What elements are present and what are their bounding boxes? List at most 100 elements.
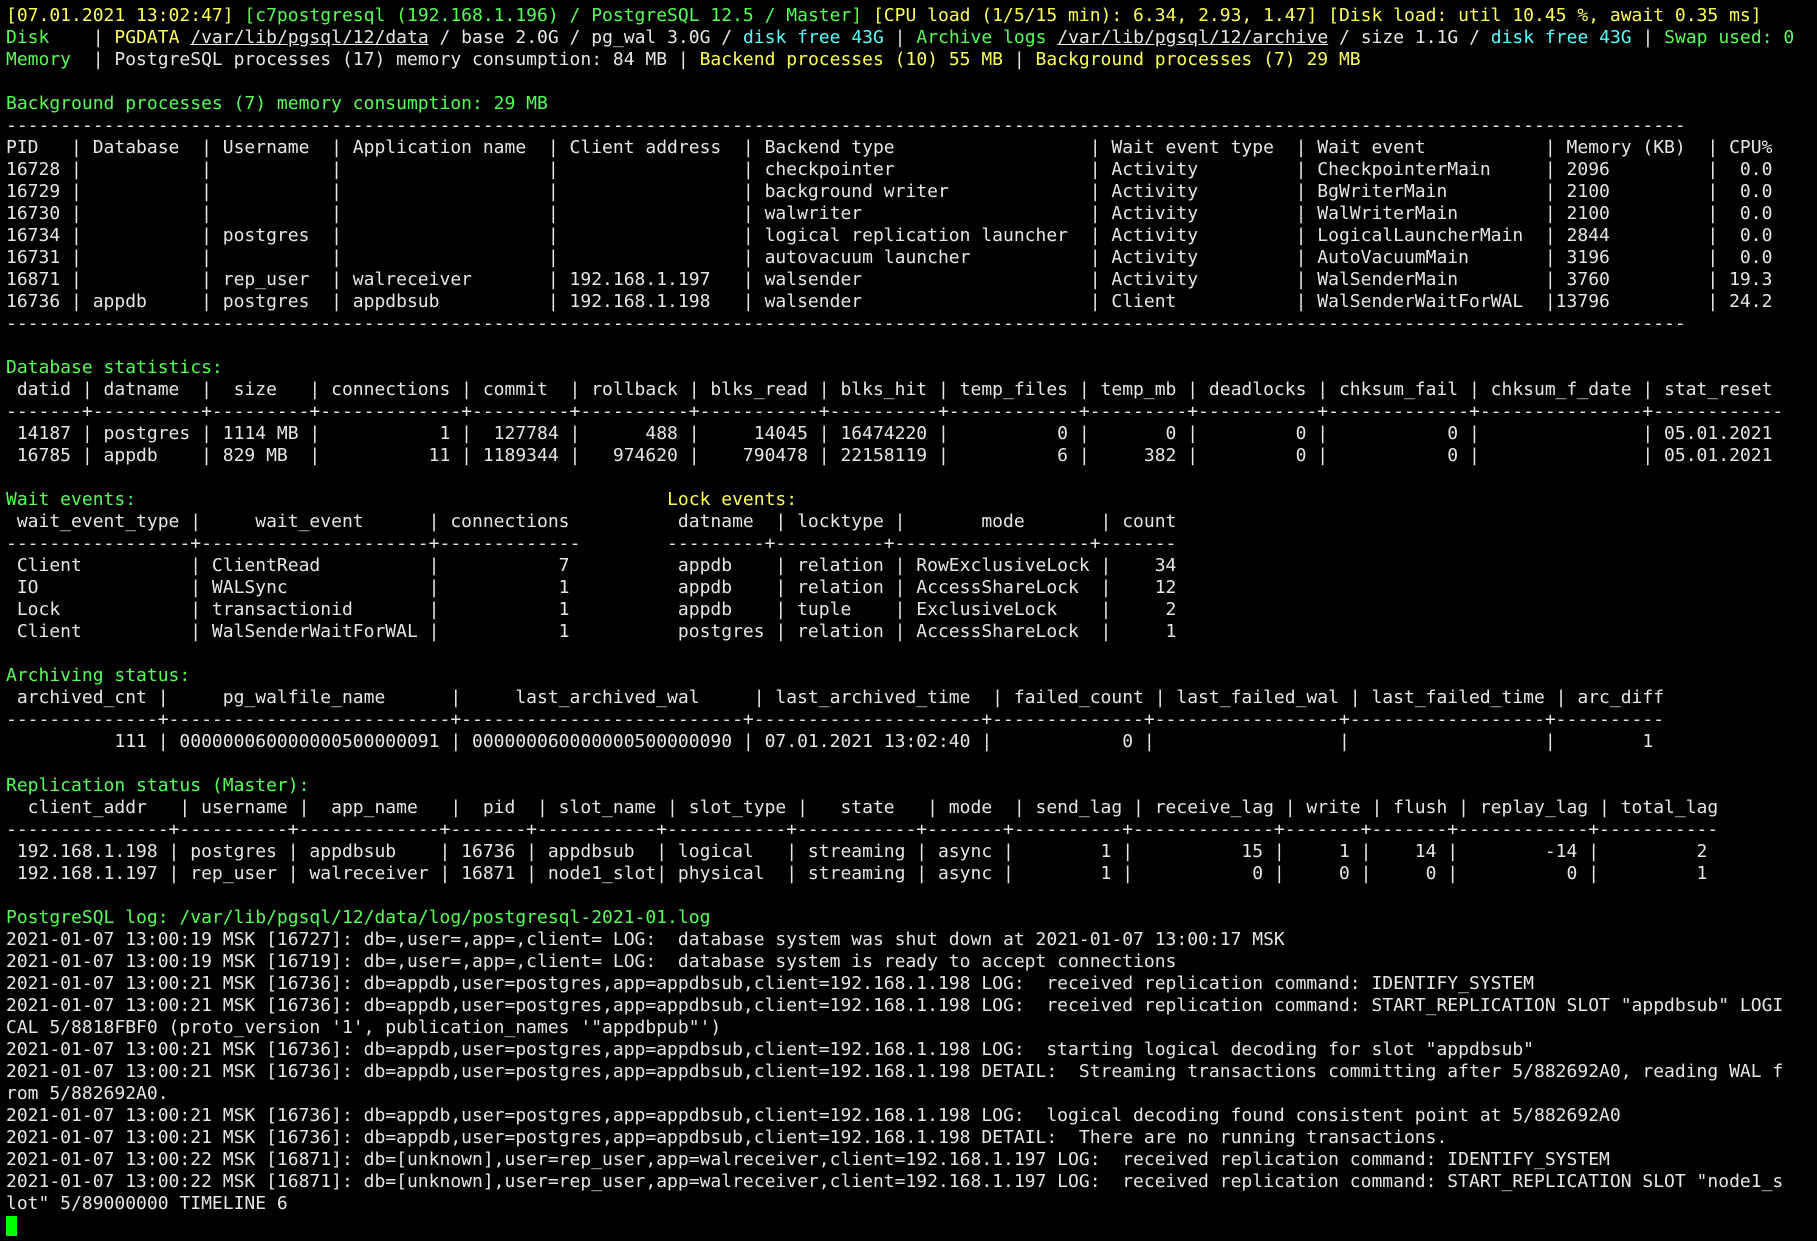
terminal-text: Lock | transactionid | 1 appdb | tuple |… (6, 599, 1177, 620)
terminal-text: Wait events: (6, 489, 137, 510)
terminal-line: Client | ClientRead | 7 appdb | relation… (6, 555, 1813, 577)
terminal-text: CAL 5/8818FBF0 (proto_version '1', publi… (6, 1017, 722, 1038)
terminal-line: Background processes (7) memory consumpt… (6, 93, 1813, 115)
terminal-line: PID | Database | Username | Application … (6, 137, 1813, 159)
terminal-text: | PostgreSQL processes (17) memory consu… (71, 49, 700, 70)
terminal-line: 2021-01-07 13:00:22 MSK [16871]: db=[unk… (6, 1171, 1813, 1193)
terminal-line: 2021-01-07 13:00:21 MSK [16736]: db=appd… (6, 995, 1813, 1017)
terminal-text: Database statistics: (6, 357, 223, 378)
terminal-line: 2021-01-07 13:00:19 MSK [16719]: db=,use… (6, 951, 1813, 973)
terminal-text: Disk (6, 27, 50, 48)
terminal-line: wait_event_type | wait_event | connectio… (6, 511, 1813, 533)
terminal-text: wait_event_type | wait_event | connectio… (6, 511, 1177, 532)
terminal-line: 2021-01-07 13:00:21 MSK [16736]: db=appd… (6, 1105, 1813, 1127)
terminal-line: 16730 | | | | | walwriter | Activity | W… (6, 203, 1813, 225)
terminal-window[interactable]: [07.01.2021 13:02:47] [c7postgresql (192… (6, 5, 1813, 1237)
terminal-text: ----------------------------------------… (6, 313, 1686, 334)
text-cursor (6, 1216, 17, 1236)
terminal-text: rom 5/882692A0. (6, 1083, 169, 1104)
terminal-text: Backend processes (10) 55 MB (699, 49, 1004, 70)
terminal-text: 16731 | | | | | autovacuum launcher | Ac… (6, 247, 1773, 268)
terminal-line: PostgreSQL log: /var/lib/pgsql/12/data/l… (6, 907, 1813, 929)
terminal-line: 2021-01-07 13:00:21 MSK [16736]: db=appd… (6, 1039, 1813, 1061)
terminal-line: 2021-01-07 13:00:22 MSK [16871]: db=[unk… (6, 1149, 1813, 1171)
terminal-text: 2021-01-07 13:00:21 MSK [16736]: db=appd… (6, 973, 1535, 994)
terminal-text: PostgreSQL log: /var/lib/pgsql/12/data/l… (6, 907, 711, 928)
terminal-line: 16731 | | | | | autovacuum launcher | Ac… (6, 247, 1813, 269)
terminal-line: Replication status (Master): (6, 775, 1813, 797)
terminal-text: lot" 5/89000000 TIMELINE 6 (6, 1193, 288, 1214)
terminal-text: ----------------------------------------… (6, 115, 1686, 136)
terminal-line: Database statistics: (6, 357, 1813, 379)
terminal-text: | (883, 27, 917, 48)
terminal-text: 111 | 000000060000000500000091 | 0000000… (6, 731, 1654, 752)
terminal-text: | (49, 27, 115, 48)
terminal-line: IO | WALSync | 1 appdb | relation | Acce… (6, 577, 1813, 599)
terminal-line: CAL 5/8818FBF0 (proto_version '1', publi… (6, 1017, 1813, 1039)
terminal-text: Archiving status: (6, 665, 191, 686)
terminal-text: 16871 | | rep_user | walreceiver | 192.1… (6, 269, 1773, 290)
terminal-text: Archive logs (916, 27, 1058, 48)
path-text: /var/lib/pgsql/12/data (190, 27, 429, 48)
terminal-line: --------------+-------------------------… (6, 709, 1813, 731)
terminal-text: 2021-01-07 13:00:19 MSK [16719]: db=,use… (6, 951, 1177, 972)
terminal-text: 16729 | | | | | background writer | Acti… (6, 181, 1773, 202)
terminal-text: PGDATA (114, 27, 191, 48)
terminal-line: ---------------+----------+-------------… (6, 819, 1813, 841)
terminal-text: 192.168.1.197 | rep_user | walreceiver |… (6, 863, 1708, 884)
terminal-line: 16728 | | | | | checkpointer | Activity … (6, 159, 1813, 181)
terminal-line: Client | WalSenderWaitForWAL | 1 postgre… (6, 621, 1813, 643)
terminal-line: Archiving status: (6, 665, 1813, 687)
terminal-text: Background processes (7) memory consumpt… (6, 93, 548, 114)
terminal-text: 16728 | | | | | checkpointer | Activity … (6, 159, 1773, 180)
terminal-text: datid | datname | size | connections | c… (6, 379, 1773, 400)
terminal-line: ----------------------------------------… (6, 313, 1813, 335)
terminal-text: 16785 | appdb | 829 MB | 11 | 1189344 | … (6, 445, 1773, 466)
terminal-text: 2021-01-07 13:00:21 MSK [16736]: db=appd… (6, 1127, 1448, 1148)
terminal-line: 14187 | postgres | 1114 MB | 1 | 127784 … (6, 423, 1813, 445)
terminal-line: 16736 | appdb | postgres | appdbsub | 19… (6, 291, 1813, 313)
terminal-text: -------+----------+---------+-----------… (6, 401, 1784, 422)
terminal-text: Client | ClientRead | 7 appdb | relation… (6, 555, 1177, 576)
terminal-line: 16734 | | postgres | | | logical replica… (6, 225, 1813, 247)
terminal-text: 2021-01-07 13:00:22 MSK [16871]: db=[unk… (6, 1171, 1784, 1192)
terminal-line: 16785 | appdb | 829 MB | 11 | 1189344 | … (6, 445, 1813, 467)
terminal-text: Background processes (7) 29 MB (1035, 49, 1361, 70)
terminal-text: IO | WALSync | 1 appdb | relation | Acce… (6, 577, 1177, 598)
terminal-text: --------------+-------------------------… (6, 709, 1665, 730)
terminal-line: datid | datname | size | connections | c… (6, 379, 1813, 401)
terminal-text: Memory (6, 49, 72, 70)
terminal-text: 16736 | appdb | postgres | appdbsub | 19… (6, 291, 1773, 312)
terminal-text: 2021-01-07 13:00:19 MSK [16727]: db=,use… (6, 929, 1285, 950)
terminal-line: [07.01.2021 13:02:47] [c7postgresql (192… (6, 5, 1813, 27)
terminal-line: 16871 | | rep_user | walreceiver | 192.1… (6, 269, 1813, 291)
terminal-line: 2021-01-07 13:00:21 MSK [16736]: db=appd… (6, 973, 1813, 995)
terminal-text: [c7postgresql (192.168.1.196) / PostgreS… (244, 5, 873, 26)
path-text: /var/lib/pgsql/12/archive (1057, 27, 1329, 48)
terminal-text: 14187 | postgres | 1114 MB | 1 | 127784 … (6, 423, 1773, 444)
terminal-text: Lock events: (667, 489, 798, 510)
terminal-text: archived_cnt | pg_walfile_name | last_ar… (6, 687, 1665, 708)
terminal-text: -----------------+---------------------+… (6, 533, 1177, 554)
terminal-line: 2021-01-07 13:00:21 MSK [16736]: db=appd… (6, 1127, 1813, 1149)
terminal-line: 2021-01-07 13:00:21 MSK [16736]: db=appd… (6, 1061, 1813, 1083)
terminal-line: lot" 5/89000000 TIMELINE 6 (6, 1193, 1813, 1215)
terminal-line: rom 5/882692A0. (6, 1083, 1813, 1105)
terminal-text: PID | Database | Username | Application … (6, 137, 1773, 158)
terminal-line: Wait events: Lock events: (6, 489, 1813, 511)
terminal-line: Disk | PGDATA /var/lib/pgsql/12/data / b… (6, 27, 1813, 49)
terminal-text: / size 1.1G / (1328, 27, 1491, 48)
terminal-line: Lock | transactionid | 1 appdb | tuple |… (6, 599, 1813, 621)
terminal-text: Swap used: 0 (1664, 27, 1795, 48)
terminal-line: -------+----------+---------+-----------… (6, 401, 1813, 423)
terminal-text: 2021-01-07 13:00:21 MSK [16736]: db=appd… (6, 1105, 1621, 1126)
terminal-line: ----------------------------------------… (6, 115, 1813, 137)
terminal-line: 192.168.1.198 | postgres | appdbsub | 16… (6, 841, 1813, 863)
terminal-text: disk free 43G (742, 27, 884, 48)
prompt-line[interactable] (6, 1215, 1813, 1237)
terminal-text: ---------------+----------+-------------… (6, 819, 1719, 840)
